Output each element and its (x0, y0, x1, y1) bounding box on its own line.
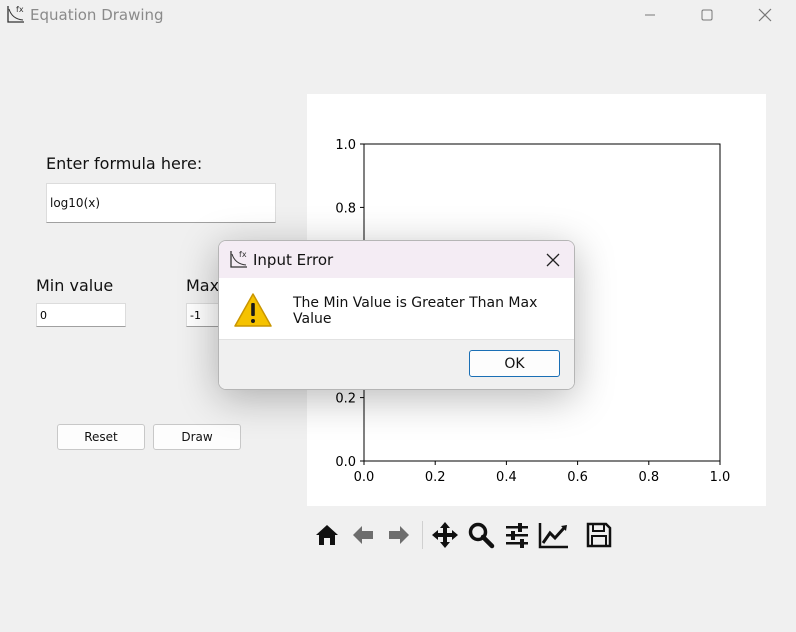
formula-input[interactable] (46, 183, 276, 223)
dialog-message: The Min Value is Greater Than Max Value (293, 295, 538, 327)
dialog-footer: OK (219, 339, 574, 389)
x-tick-label: 0.6 (567, 470, 588, 485)
y-tick-label: 0.8 (335, 201, 356, 216)
svg-text:fx: fx (16, 5, 24, 14)
x-tick-label: 0.0 (354, 470, 375, 485)
close-icon (758, 8, 772, 22)
min-value-label: Min value (36, 276, 114, 295)
y-tick-label: 1.0 (335, 138, 356, 153)
min-value-input[interactable] (36, 303, 126, 327)
edit-axis-button[interactable] (537, 517, 571, 553)
save-button[interactable] (582, 517, 616, 553)
home-icon (316, 525, 338, 545)
configure-subplots-button[interactable] (500, 517, 534, 553)
close-icon (546, 253, 560, 267)
x-tick-label: 0.4 (496, 470, 517, 485)
back-button[interactable] (346, 517, 380, 553)
dialog-title: Input Error (253, 251, 334, 269)
back-arrow-icon (353, 526, 373, 544)
minimize-icon (645, 14, 655, 16)
pan-icon (432, 522, 458, 548)
configure-subplots-icon (506, 523, 528, 548)
max-value-label: Max (186, 276, 220, 295)
dialog-body: The Min Value is Greater Than Max Value (219, 278, 574, 339)
fx-graph-icon: fx (230, 250, 247, 268)
warning-icon (234, 293, 272, 327)
close-button[interactable] (742, 0, 788, 30)
svg-text:fx: fx (239, 250, 247, 259)
dialog-close-button[interactable] (538, 245, 568, 275)
y-tick-label: 0.2 (335, 392, 356, 407)
window-title: Equation Drawing (30, 6, 164, 24)
input-error-dialog: fx Input Error The Min Value is Greater … (218, 240, 575, 390)
reset-button[interactable]: Reset (57, 424, 145, 450)
x-tick-label: 0.2 (425, 470, 446, 485)
ok-button[interactable]: OK (469, 350, 560, 377)
edit-axis-icon (538, 523, 568, 549)
toolbar-separator (422, 521, 423, 549)
minimize-button[interactable] (627, 0, 673, 30)
zoom-icon (468, 522, 495, 549)
maximize-button[interactable] (684, 0, 730, 30)
window-titlebar: fx Equation Drawing (0, 0, 796, 30)
dialog-titlebar: fx Input Error (219, 241, 574, 278)
forward-button[interactable] (382, 517, 416, 553)
x-tick-label: 1.0 (710, 470, 731, 485)
maximize-icon (701, 9, 713, 21)
y-tick-label: 0.0 (335, 455, 356, 470)
save-icon (586, 522, 612, 548)
home-button[interactable] (310, 517, 344, 553)
forward-arrow-icon (389, 526, 409, 544)
zoom-button[interactable] (464, 517, 498, 553)
fx-graph-icon: fx (7, 5, 24, 23)
plot-toolbar (310, 517, 620, 553)
pan-button[interactable] (428, 517, 462, 553)
draw-button[interactable]: Draw (153, 424, 241, 450)
formula-label: Enter formula here: (46, 154, 203, 173)
x-tick-label: 0.8 (638, 470, 659, 485)
